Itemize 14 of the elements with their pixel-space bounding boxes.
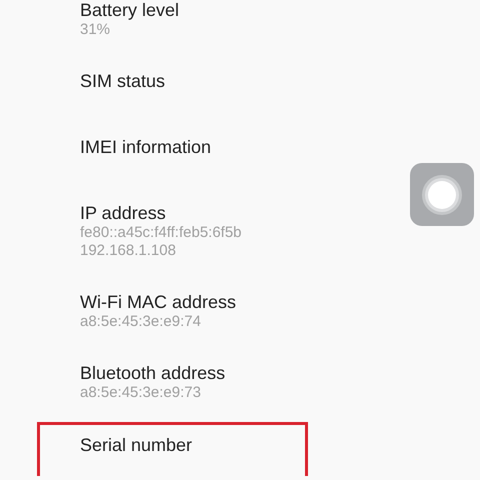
setting-title[interactable]: Bluetooth address <box>80 363 480 384</box>
setting-title[interactable]: IMEI information <box>80 137 480 158</box>
ring-icon <box>422 174 462 214</box>
setting-title[interactable]: Wi-Fi MAC address <box>80 292 480 313</box>
setting-value: 192.168.1.108 <box>80 242 177 260</box>
setting-title[interactable]: Battery level <box>80 0 480 21</box>
setting-value: 31% <box>80 21 112 39</box>
setting-value: a8:5e:45:3e:e9:73 <box>80 384 202 402</box>
setting-value: fe80::a45c:f4ff:feb5:6f5b <box>80 224 243 242</box>
setting-title[interactable]: Serial number <box>80 435 305 456</box>
setting-title[interactable]: SIM status <box>80 71 480 92</box>
setting-value: a8:5e:45:3e:e9:74 <box>80 313 202 331</box>
setting-title[interactable]: IP address <box>80 203 480 224</box>
assistive-touch-button[interactable] <box>410 163 474 226</box>
